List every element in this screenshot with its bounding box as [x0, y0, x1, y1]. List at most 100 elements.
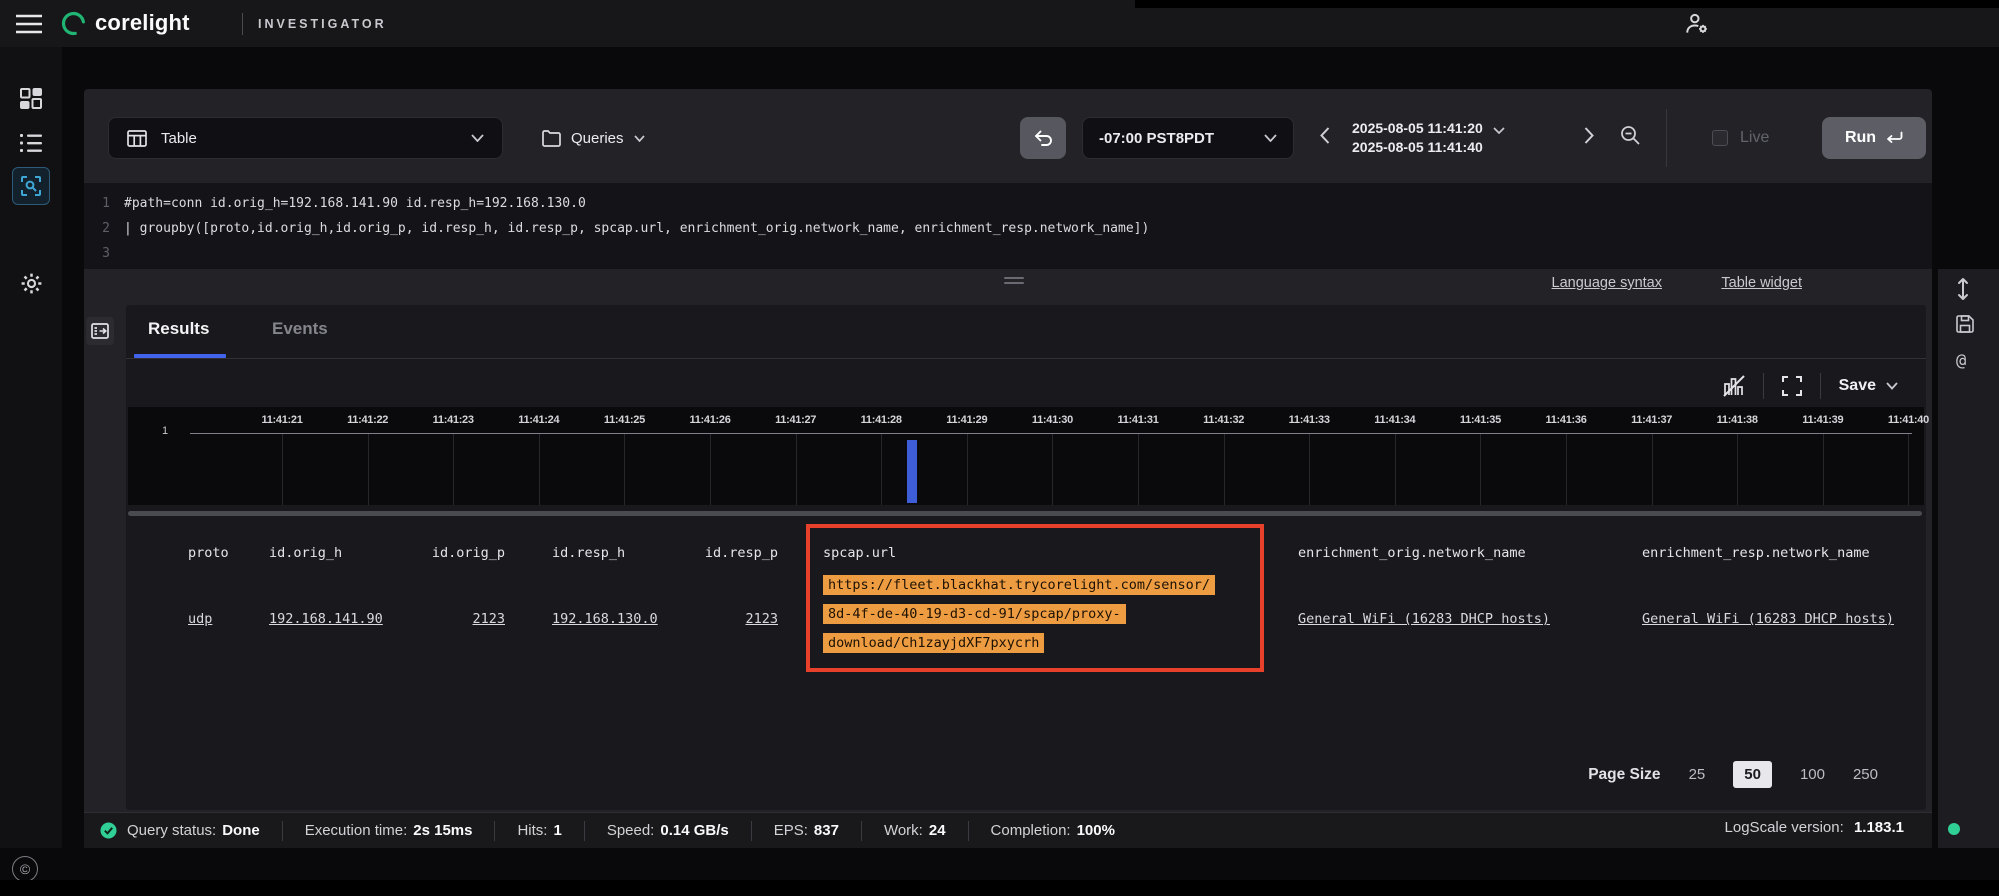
status-separator: [861, 821, 862, 841]
page-size-option-25[interactable]: 25: [1689, 766, 1706, 783]
spcap-url-line-1[interactable]: https://fleet.blackhat.trycorelight.com/…: [823, 575, 1215, 595]
timeline-gridline: [1138, 434, 1139, 505]
time-range-start: 2025-08-05 11:41:20: [1352, 119, 1483, 138]
page-size-option-250[interactable]: 250: [1853, 766, 1878, 783]
timeline-bar[interactable]: [907, 440, 917, 503]
cell-enrichment-resp-network[interactable]: General WiFi (16283 DHCP hosts): [1642, 611, 1894, 627]
chevron-down-icon[interactable]: [1886, 382, 1898, 390]
hamburger-icon[interactable]: [16, 14, 42, 34]
gear-icon[interactable]: [17, 269, 45, 297]
live-toggle[interactable]: Live: [1712, 117, 1769, 159]
query-line-1: #path=conn id.orig_h=192.168.141.90 id.r…: [124, 196, 586, 211]
time-range-next-button[interactable]: [1584, 127, 1594, 144]
cell-enrichment-orig-network[interactable]: General WiFi (16283 DHCP hosts): [1298, 611, 1550, 627]
timeline-tick-label: 11:41:37: [1617, 414, 1687, 426]
topbar-black-strip: [1135, 0, 1999, 8]
queries-menu[interactable]: Queries: [542, 117, 645, 159]
timeline-tick-label: 11:41:36: [1531, 414, 1601, 426]
save-disk-icon[interactable]: [1956, 315, 1974, 333]
live-label: Live: [1740, 129, 1769, 147]
status-item-value: 2s 15ms: [413, 822, 472, 839]
tab-events[interactable]: Events: [272, 319, 328, 339]
status-item-value: 100%: [1077, 822, 1115, 839]
zoom-out-icon[interactable]: [1620, 125, 1641, 146]
cell-proto[interactable]: udp: [188, 611, 212, 627]
column-header-id-orig-h[interactable]: id.orig_h: [269, 545, 342, 565]
chevron-down-icon: [634, 135, 645, 142]
timeline-chart[interactable]: 1 11:41:2111:41:2211:41:2311:41:2411:41:…: [128, 407, 1924, 505]
line-number: 1: [84, 196, 110, 211]
resize-vertical-icon[interactable]: [1956, 277, 1970, 301]
status-separator: [968, 821, 969, 841]
timeline-tick-label: 11:41:29: [932, 414, 1002, 426]
undo-button[interactable]: [1020, 117, 1066, 159]
spcap-url-line-3[interactable]: download/Ch1zayjdXF7pxycrh: [823, 633, 1044, 653]
column-header-id-resp-h[interactable]: id.resp_h: [552, 545, 625, 565]
dashboard-icon[interactable]: [17, 85, 45, 113]
fullscreen-icon[interactable]: [1782, 376, 1802, 396]
timeline-tick-label: 11:41:39: [1788, 414, 1858, 426]
column-header-id-orig-p[interactable]: id.orig_p: [415, 545, 505, 565]
column-header-id-resp-p[interactable]: id.resp_p: [688, 545, 778, 565]
status-item-label: Execution time:: [305, 822, 408, 839]
hide-histogram-icon[interactable]: [1723, 375, 1745, 397]
timeline-gridline: [710, 434, 711, 505]
column-header-enrichment-orig[interactable]: enrichment_orig.network_name: [1298, 545, 1526, 565]
status-item-value: 1: [553, 822, 561, 839]
run-button[interactable]: Run: [1822, 117, 1926, 159]
cell-id-orig-h[interactable]: 192.168.141.90: [269, 611, 383, 627]
line-number: 3: [84, 246, 110, 261]
page-size-option-50-selected[interactable]: 50: [1733, 761, 1772, 788]
column-header-spcap-url[interactable]: spcap.url: [823, 545, 896, 565]
list-icon[interactable]: [17, 129, 45, 157]
status-separator: [751, 821, 752, 841]
time-range-selector[interactable]: 2025-08-05 11:41:20 2025-08-05 11:41:40: [1352, 117, 1562, 159]
editor-line: 1 #path=conn id.orig_h=192.168.141.90 id…: [84, 191, 586, 215]
time-range-prev-button[interactable]: [1320, 127, 1330, 144]
drag-grip-icon[interactable]: [1004, 277, 1024, 279]
user-settings-icon[interactable]: [1684, 11, 1710, 37]
expand-panel-icon[interactable]: [86, 317, 114, 345]
timeline-tick-label: 11:41:28: [846, 414, 916, 426]
column-header-proto[interactable]: proto: [188, 545, 229, 565]
live-checkbox[interactable]: [1712, 130, 1728, 146]
timeline-gridline: [624, 434, 625, 505]
cell-id-orig-p[interactable]: 2123: [415, 611, 505, 627]
status-item: Completion: 100%: [991, 822, 1115, 839]
page-size-option-100[interactable]: 100: [1800, 766, 1825, 783]
mention-icon[interactable]: @: [1956, 351, 1966, 371]
status-separator: [494, 821, 495, 841]
status-green-dot: [1948, 823, 1960, 835]
version-value: 1.183.1: [1854, 819, 1904, 836]
timeline-gridline: [1737, 434, 1738, 505]
timeline-gridline: [1908, 434, 1909, 505]
timeline-gridline: [1823, 434, 1824, 505]
tab-results[interactable]: Results: [148, 319, 209, 339]
status-item-value: 24: [929, 822, 946, 839]
timeline-tick-label: 11:41:34: [1360, 414, 1430, 426]
column-header-enrichment-resp[interactable]: enrichment_resp.network_name: [1642, 545, 1870, 565]
status-item-label: Completion:: [991, 822, 1071, 839]
timeline-gridline: [368, 434, 369, 505]
cell-spcap-url[interactable]: https://fleet.blackhat.trycorelight.com/…: [823, 575, 1253, 662]
language-syntax-link[interactable]: Language syntax: [1552, 275, 1662, 291]
table-widget-link[interactable]: Table widget: [1721, 275, 1802, 291]
query-editor[interactable]: 1 #path=conn id.orig_h=192.168.141.90 id…: [84, 183, 1932, 269]
brand-name: corelight: [95, 10, 190, 36]
timeline-tick-label: 11:41:27: [761, 414, 831, 426]
spcap-url-line-2[interactable]: 8d-4f-de-40-19-d3-cd-91/spcap/proxy-: [823, 604, 1126, 624]
copyright-icon[interactable]: ©: [12, 856, 38, 882]
timezone-selector[interactable]: -07:00 PST8PDT: [1082, 117, 1294, 159]
timeline-gridline: [453, 434, 454, 505]
horizontal-scrollbar[interactable]: [128, 511, 1922, 516]
timeline-gridline: [967, 434, 968, 505]
tabs-divider: [126, 358, 1926, 359]
cell-id-resp-h[interactable]: 192.168.130.0: [552, 611, 658, 627]
investigate-icon-active[interactable]: [12, 167, 50, 205]
editor-resize-bar[interactable]: Language syntax Table widget: [84, 269, 1932, 305]
view-selector[interactable]: Table: [108, 117, 503, 159]
timeline-tick-label: 11:41:22: [333, 414, 403, 426]
cell-id-resp-p[interactable]: 2123: [688, 611, 778, 627]
timeline-tick-label: 11:41:31: [1103, 414, 1173, 426]
save-button[interactable]: Save: [1839, 377, 1876, 395]
